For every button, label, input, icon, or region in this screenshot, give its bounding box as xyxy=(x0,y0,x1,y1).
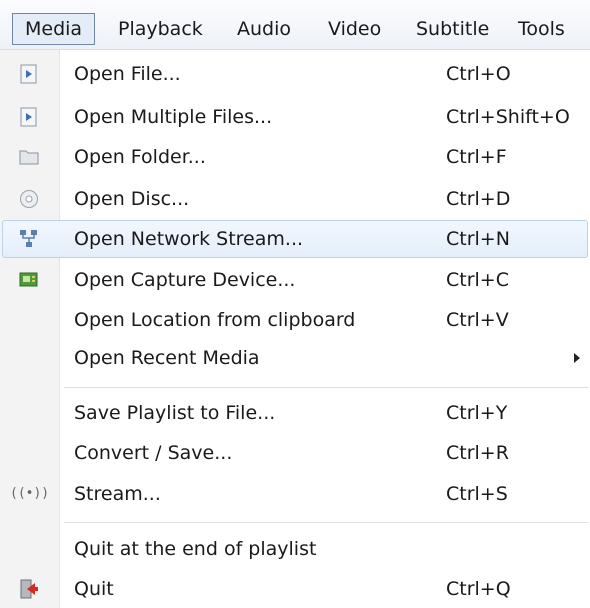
menu-item-label: Open Capture Device... xyxy=(74,269,296,291)
menu-item-open-disc[interactable]: Open Disc... Ctrl+D xyxy=(2,180,588,218)
menu-item-stream[interactable]: ((•)) Stream... Ctrl+S xyxy=(2,475,588,513)
menu-audio[interactable]: Audio xyxy=(237,13,291,45)
menu-item-shortcut: Ctrl+R xyxy=(446,442,509,464)
menu-tools[interactable]: Tools xyxy=(518,13,565,45)
menu-media[interactable]: Media xyxy=(12,13,96,45)
menu-separator xyxy=(64,522,588,524)
menu-item-shortcut: Ctrl+D xyxy=(446,188,511,210)
stream-icon: ((•)) xyxy=(10,486,50,501)
network-icon xyxy=(20,230,37,247)
menu-item-open-multiple-files[interactable]: Open Multiple Files... Ctrl+Shift+O xyxy=(2,98,588,136)
menu-playback[interactable]: Playback xyxy=(118,13,203,45)
capture-card-icon xyxy=(19,272,38,287)
menu-item-quit[interactable]: Quit Ctrl+Q xyxy=(2,570,588,608)
menu-item-shortcut: Ctrl+Y xyxy=(446,402,508,424)
menu-item-save-playlist[interactable]: Save Playlist to File... Ctrl+Y xyxy=(2,394,588,432)
folder-icon xyxy=(19,150,39,165)
menu-item-shortcut: Ctrl+V xyxy=(446,309,509,331)
menu-item-shortcut: Ctrl+S xyxy=(446,483,508,505)
menu-separator xyxy=(64,387,588,389)
quit-icon xyxy=(20,579,38,599)
menu-item-shortcut: Ctrl+F xyxy=(446,146,507,168)
menu-item-shortcut: Ctrl+O xyxy=(446,63,511,85)
menu-item-shortcut: Ctrl+C xyxy=(446,269,509,291)
menu-item-label: Open Recent Media xyxy=(74,347,260,369)
menu-item-label: Open Disc... xyxy=(74,188,190,210)
menu-item-open-location-clipboard[interactable]: Open Location from clipboard Ctrl+V xyxy=(2,301,588,339)
menu-item-quit-end-of-playlist[interactable]: Quit at the end of playlist xyxy=(2,530,588,568)
menu-item-open-capture-device[interactable]: Open Capture Device... Ctrl+C xyxy=(2,261,588,299)
submenu-arrow-icon xyxy=(574,353,580,363)
menu-bar: Media Playback Audio Video Subtitle Tool… xyxy=(0,0,590,50)
menu-video[interactable]: Video xyxy=(328,13,381,45)
menu-item-label: Quit at the end of playlist xyxy=(74,538,317,560)
file-play-icon xyxy=(20,107,37,127)
menu-item-label: Save Playlist to File... xyxy=(74,402,276,424)
disc-icon xyxy=(20,190,38,208)
menu-item-open-network-stream[interactable]: Open Network Stream... Ctrl+N xyxy=(2,220,588,258)
menu-item-label: Convert / Save... xyxy=(74,442,233,464)
file-play-icon xyxy=(20,64,37,84)
menu-item-label: Open Multiple Files... xyxy=(74,106,273,128)
menu-item-open-recent-media[interactable]: Open Recent Media xyxy=(2,339,588,377)
menu-item-convert-save[interactable]: Convert / Save... Ctrl+R xyxy=(2,434,588,472)
menu-item-shortcut: Ctrl+Shift+O xyxy=(446,106,570,128)
menu-item-label: Open File... xyxy=(74,63,181,85)
menu-item-label: Stream... xyxy=(74,483,161,505)
menu-item-label: Open Folder... xyxy=(74,146,206,168)
menu-item-open-file[interactable]: Open File... Ctrl+O xyxy=(2,55,588,93)
menu-item-shortcut: Ctrl+N xyxy=(446,228,510,250)
menu-item-label: Open Network Stream... xyxy=(74,228,304,250)
menu-item-label: Open Location from clipboard xyxy=(74,309,356,331)
menu-item-label: Quit xyxy=(74,578,114,600)
menu-item-open-folder[interactable]: Open Folder... Ctrl+F xyxy=(2,138,588,176)
menu-item-shortcut: Ctrl+Q xyxy=(446,578,511,600)
menu-subtitle[interactable]: Subtitle xyxy=(416,13,489,45)
